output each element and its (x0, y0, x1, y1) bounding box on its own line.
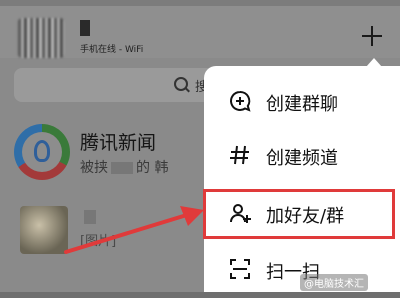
chat-add-icon (230, 90, 251, 112)
search-bar[interactable]: 搜 (14, 68, 224, 102)
search-icon (174, 77, 188, 91)
online-status: 手机在线 - WiFi (80, 45, 144, 55)
penguin-icon (34, 140, 50, 162)
menu-item-label: 创建频道 (266, 148, 338, 169)
menu-item-create-channel[interactable]: 创建频道 (204, 130, 400, 184)
add-popup-menu: 创建群聊 创建频道 加好友/群 扫一扫 (204, 66, 400, 292)
watermark: @电脑技术汇 (300, 274, 368, 291)
menu-item-label: 加好友/群 (266, 206, 345, 227)
contact-avatar (20, 206, 68, 254)
news-logo (14, 124, 70, 180)
menu-item-create-group[interactable]: 创建群聊 (204, 76, 400, 130)
hashtag-icon (230, 145, 249, 165)
news-logo-inner (22, 132, 62, 172)
add-friend-icon (230, 204, 251, 223)
preview-start: 被挟 (80, 160, 108, 176)
user-avatar[interactable] (18, 18, 64, 58)
add-plus-icon[interactable] (360, 24, 384, 48)
conversation-preview: 被挟 的 韩 (80, 157, 168, 177)
app-header: 手机在线 - WiFi (0, 6, 400, 58)
menu-item-label: 创建群聊 (266, 94, 338, 115)
user-name-redacted (80, 20, 90, 36)
annotation-arrow (64, 206, 204, 254)
preview-redacted (111, 162, 133, 174)
scan-icon (230, 259, 250, 279)
preview-end: 的 韩 (136, 160, 169, 176)
conversation-title: 腾讯新闻 (80, 132, 157, 154)
menu-item-add-friend[interactable]: 加好友/群 (204, 188, 400, 242)
